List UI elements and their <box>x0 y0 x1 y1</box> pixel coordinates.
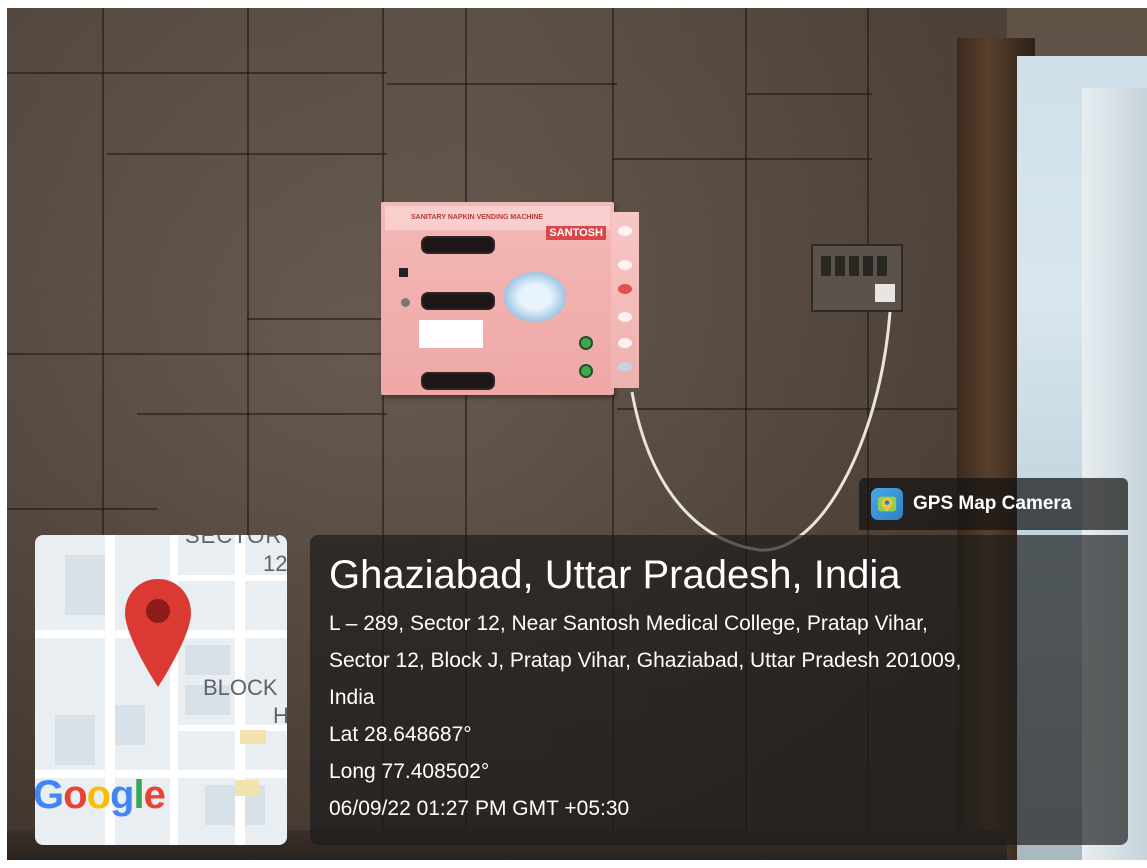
vending-machine: SANITARY NAPKIN VENDING MACHINE SANTOSH <box>381 202 614 395</box>
vending-slot <box>421 292 495 310</box>
coin-slot-icon <box>401 298 410 307</box>
gps-map-camera-label: GPS Map Camera <box>913 493 1072 514</box>
timestamp-text: 06/09/22 01:27 PM GMT +05:30 <box>329 797 630 820</box>
vend-button <box>579 364 593 378</box>
notice-label <box>419 320 483 348</box>
vending-slot <box>421 372 495 390</box>
lock-icon <box>399 268 408 277</box>
vend-button <box>579 336 593 350</box>
address-line: India <box>329 686 375 709</box>
vending-machine-brand: SANTOSH <box>546 226 606 240</box>
location-pin-icon <box>125 579 191 687</box>
place-title: Ghaziabad, Uttar Pradesh, India <box>329 553 901 597</box>
map-label: BLOCK <box>203 675 278 700</box>
address-line: L – 289, Sector 12, Near Santosh Medical… <box>329 612 928 635</box>
gps-map-camera-icon <box>871 488 903 520</box>
sanitary-pad-image <box>499 268 571 326</box>
map-label: 12 <box>263 551 287 576</box>
gps-map-camera-badge: GPS Map Camera <box>859 478 1128 530</box>
map-label: H <box>273 703 287 728</box>
address-line: Sector 12, Block J, Pratap Vihar, Ghazia… <box>329 649 962 672</box>
longitude-text: Long 77.408502° <box>329 760 490 783</box>
google-logo: Google <box>35 773 166 817</box>
location-info-panel: Ghaziabad, Uttar Pradesh, India L – 289,… <box>310 535 1128 845</box>
latitude-text: Lat 28.648687° <box>329 723 472 746</box>
vending-slot <box>421 236 495 254</box>
map-label: SECTOR <box>185 535 283 548</box>
map-thumbnail: SECTOR 12 BLOCK H Google <box>35 535 287 845</box>
